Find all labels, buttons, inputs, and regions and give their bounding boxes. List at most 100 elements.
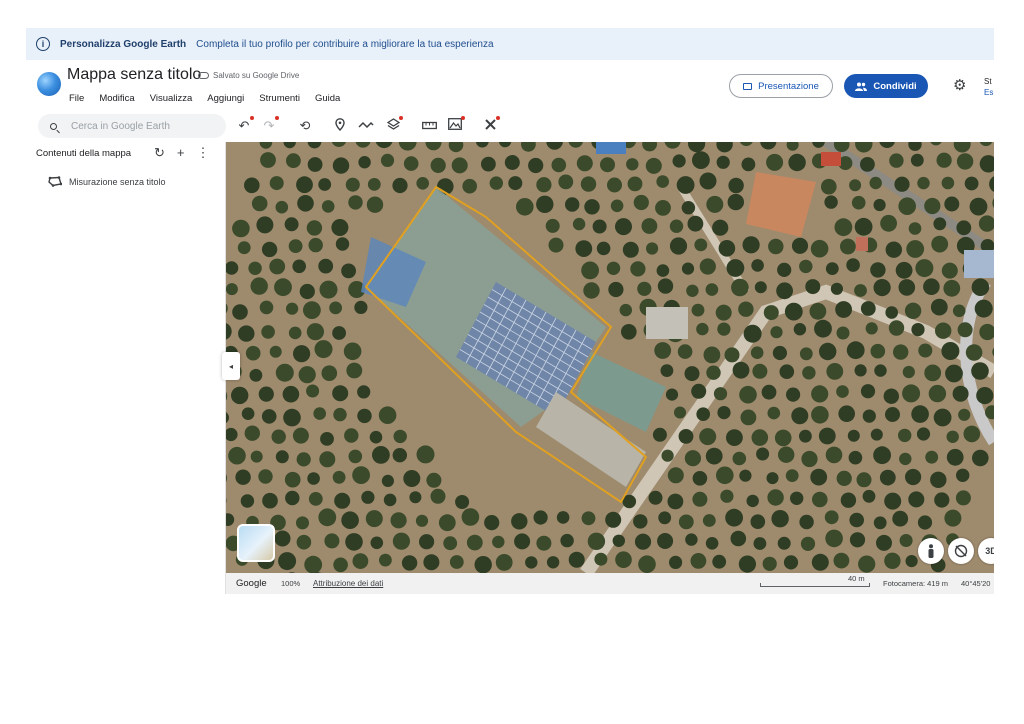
google-earth-logo-icon[interactable]: [37, 72, 61, 96]
people-icon: [855, 82, 868, 91]
olive-tree: [269, 258, 286, 275]
olive-tree: [343, 342, 362, 361]
settings-gear-icon[interactable]: ⚙: [953, 78, 966, 93]
olive-tree: [661, 449, 674, 462]
olive-tree: [677, 344, 693, 359]
olive-tree: [924, 197, 941, 215]
olive-tree: [333, 557, 348, 573]
pegman-icon[interactable]: [918, 538, 944, 564]
olive-tree: [971, 278, 990, 296]
more-vert-icon[interactable]: ⋮: [197, 145, 210, 161]
olive-tree: [726, 429, 743, 446]
olive-tree: [705, 537, 719, 550]
olive-tree: [854, 217, 873, 236]
olive-tree: [685, 533, 698, 546]
olive-tree: [516, 198, 534, 216]
olive-tree: [835, 301, 852, 318]
olive-tree: [560, 533, 574, 548]
minimap-thumbnail[interactable]: [237, 524, 275, 562]
search-input[interactable]: Cerca in Google Earth: [38, 114, 226, 138]
olive-tree: [718, 240, 736, 257]
olive-tree: [237, 241, 251, 255]
olive-tree: [528, 157, 544, 174]
path-icon[interactable]: [358, 118, 374, 134]
olive-tree: [669, 555, 683, 569]
satellite-map[interactable]: 3D: [226, 142, 994, 573]
olive-tree: [536, 195, 554, 213]
olive-tree: [232, 304, 248, 320]
olive-tree: [306, 220, 323, 236]
data-attribution-link[interactable]: Attribuzione dei dati: [313, 579, 383, 588]
olive-tree: [258, 469, 273, 484]
olive-tree: [873, 279, 891, 297]
olive-tree: [299, 283, 315, 300]
olive-tree: [756, 447, 770, 461]
scale-bar[interactable]: [760, 583, 870, 587]
olive-tree: [259, 300, 274, 315]
olive-tree: [449, 555, 464, 569]
olive-tree: [341, 511, 359, 529]
menu-aggiungi[interactable]: Aggiungi: [207, 93, 244, 104]
olive-tree: [533, 510, 548, 525]
olive-tree: [606, 261, 621, 275]
list-item[interactable]: Misurazione senza titolo: [48, 176, 166, 187]
olive-tree: [331, 219, 349, 236]
profile-banner[interactable]: i Personalizza Google Earth Completa il …: [26, 28, 994, 60]
olive-tree: [799, 514, 814, 530]
menu-modifica[interactable]: Modifica: [99, 93, 134, 104]
olive-tree: [811, 553, 829, 571]
olive-tree: [637, 281, 652, 296]
olive-tree: [275, 450, 289, 464]
olive-tree: [249, 368, 263, 382]
olive-tree: [508, 176, 523, 191]
history-icon[interactable]: ⟲: [297, 118, 313, 134]
menu-strumenti[interactable]: Strumenti: [259, 93, 300, 104]
collapse-panel-button[interactable]: ◂: [222, 352, 240, 380]
olive-tree: [489, 176, 503, 190]
olive-tree: [341, 263, 356, 279]
share-button[interactable]: Condividi: [844, 74, 928, 98]
olive-tree: [608, 281, 624, 298]
compass-reset-icon[interactable]: [948, 538, 974, 564]
olive-tree: [884, 492, 902, 510]
olive-tree: [667, 467, 684, 484]
menu-file[interactable]: File: [69, 93, 84, 104]
olive-tree: [739, 469, 752, 482]
refresh-icon[interactable]: ↻: [154, 145, 165, 161]
menu-guida[interactable]: Guida: [315, 93, 340, 104]
olive-tree: [889, 153, 904, 168]
olive-tree: [241, 407, 255, 421]
olive-tree: [484, 515, 500, 531]
olive-tree: [226, 283, 238, 296]
redo-icon[interactable]: ↷: [261, 116, 279, 134]
house-right: [964, 250, 994, 278]
document-title[interactable]: Mappa senza titolo: [67, 66, 201, 84]
olive-tree: [297, 195, 314, 212]
olive-tree: [576, 155, 593, 172]
olive-tree: [684, 366, 700, 382]
add-icon[interactable]: +: [177, 145, 185, 161]
undo-icon[interactable]: ↶: [236, 116, 254, 134]
olive-tree: [918, 343, 933, 358]
olive-tree: [269, 176, 284, 191]
olive-tree: [286, 153, 301, 169]
olive-tree: [854, 284, 867, 297]
olive-tree: [893, 344, 909, 360]
placemark-icon[interactable]: [332, 118, 348, 134]
account-info[interactable]: St Es: [984, 76, 993, 98]
banner-text[interactable]: Completa il tuo profilo per contribuire …: [196, 39, 493, 50]
ruler-icon[interactable]: [421, 118, 437, 134]
olive-tree: [738, 555, 757, 573]
tools-icon[interactable]: [482, 116, 500, 134]
olive-tree: [972, 449, 989, 467]
olive-tree: [753, 537, 767, 550]
presentation-button[interactable]: Presentazione: [729, 74, 833, 98]
image-overlay-icon[interactable]: [447, 116, 465, 134]
olive-tree: [565, 197, 580, 212]
layers-icon[interactable]: [385, 116, 403, 134]
olive-tree: [941, 262, 958, 279]
olive-tree: [630, 261, 646, 277]
menu-visualizza[interactable]: Visualizza: [150, 93, 193, 104]
panel-actions: ↻ + ⋮: [154, 145, 210, 161]
olive-tree: [292, 259, 306, 274]
